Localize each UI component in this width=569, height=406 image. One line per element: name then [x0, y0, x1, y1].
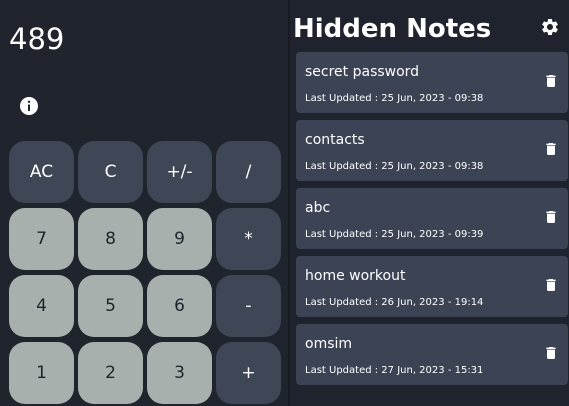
note-card[interactable]: home workout Last Updated : 26 Jun, 2023… — [296, 256, 568, 317]
key-divide-button[interactable]: / — [216, 141, 281, 203]
keypad: AC C +/- / 7 8 9 * 4 5 6 - 1 2 3 + — [9, 141, 282, 404]
note-card[interactable]: omsim Last Updated : 27 Jun, 2023 - 15:3… — [296, 324, 568, 385]
key-1-button[interactable]: 1 — [9, 342, 74, 404]
note-last-updated: Last Updated : 25 Jun, 2023 - 09:38 — [305, 93, 484, 104]
key-add-button[interactable]: + — [216, 342, 281, 404]
key-4-button[interactable]: 4 — [9, 275, 74, 337]
key-plus-minus-button[interactable]: +/- — [147, 141, 212, 203]
key-multiply-button[interactable]: * — [216, 208, 281, 270]
note-last-updated: Last Updated : 25 Jun, 2023 - 09:38 — [305, 161, 484, 172]
note-card[interactable]: secret password Last Updated : 25 Jun, 2… — [296, 52, 568, 113]
info-icon[interactable] — [19, 96, 39, 116]
key-5-button[interactable]: 5 — [78, 275, 143, 337]
hidden-notes-panel: Hidden Notes secret password Last Update… — [290, 0, 569, 406]
trash-icon[interactable] — [543, 276, 559, 294]
note-title: contacts — [305, 132, 365, 148]
key-c-button[interactable]: C — [78, 141, 143, 203]
key-3-button[interactable]: 3 — [147, 342, 212, 404]
note-title: secret password — [305, 64, 420, 80]
note-last-updated: Last Updated : 26 Jun, 2023 - 19:14 — [305, 297, 484, 308]
trash-icon[interactable] — [543, 208, 559, 226]
note-last-updated: Last Updated : 25 Jun, 2023 - 09:39 — [305, 229, 484, 240]
key-7-button[interactable]: 7 — [9, 208, 74, 270]
key-9-button[interactable]: 9 — [147, 208, 212, 270]
trash-icon[interactable] — [543, 72, 559, 90]
note-title: home workout — [305, 268, 406, 284]
trash-icon[interactable] — [543, 140, 559, 158]
key-6-button[interactable]: 6 — [147, 275, 212, 337]
gear-icon[interactable] — [540, 17, 560, 37]
trash-icon[interactable] — [543, 344, 559, 362]
note-title: abc — [305, 200, 331, 216]
note-list: secret password Last Updated : 25 Jun, 2… — [296, 52, 568, 392]
key-subtract-button[interactable]: - — [216, 275, 281, 337]
page-title: Hidden Notes — [293, 14, 492, 44]
key-8-button[interactable]: 8 — [78, 208, 143, 270]
note-last-updated: Last Updated : 27 Jun, 2023 - 15:31 — [305, 365, 484, 376]
note-card[interactable]: contacts Last Updated : 25 Jun, 2023 - 0… — [296, 120, 568, 181]
note-card[interactable]: abc Last Updated : 25 Jun, 2023 - 09:39 — [296, 188, 568, 249]
key-2-button[interactable]: 2 — [78, 342, 143, 404]
key-ac-button[interactable]: AC — [9, 141, 74, 203]
calculator-display: 489 — [9, 22, 65, 56]
note-title: omsim — [305, 336, 353, 352]
calculator-panel: 489 AC C +/- / 7 8 9 * 4 5 6 - 1 2 3 + — [0, 0, 288, 406]
